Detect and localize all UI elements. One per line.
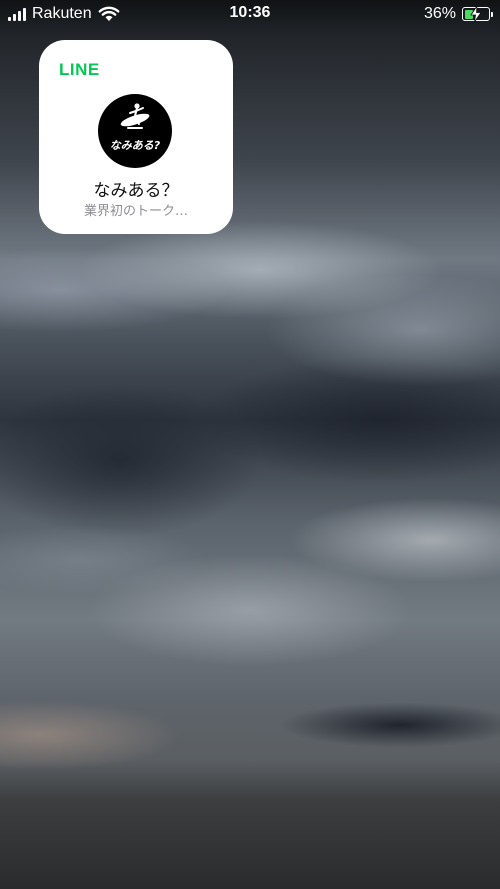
chat-avatar[interactable]: なみある? [98, 94, 172, 168]
line-widget[interactable]: LINE なみある? なみある？ 業界初のトーク… [39, 40, 233, 234]
widget-app-name: LINE [59, 60, 100, 79]
chat-name: なみある？ [93, 181, 179, 201]
chat-message-preview: 業界初のトーク… [83, 204, 188, 219]
status-bar-right: 36% [423, 5, 493, 23]
surfer-logo-icon [120, 103, 150, 129]
battery-percent: 36% [423, 5, 456, 22]
status-bar: Rakuten 10:36 36% [0, 0, 500, 28]
battery-cap [491, 11, 493, 17]
charging-bolt-icon [470, 6, 482, 22]
battery-icon [462, 6, 493, 22]
avatar-logo-text: なみある? [109, 139, 161, 152]
